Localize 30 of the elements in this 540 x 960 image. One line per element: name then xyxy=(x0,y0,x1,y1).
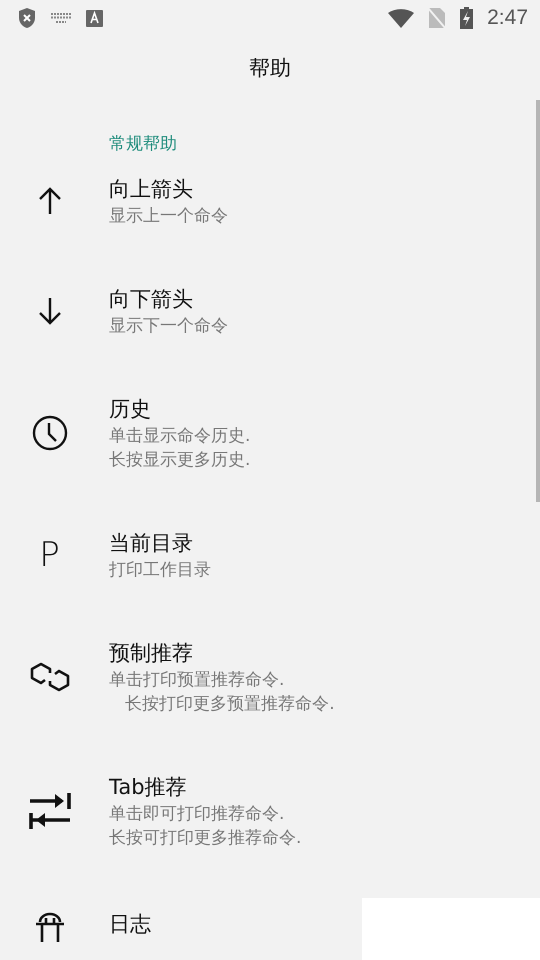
help-item-description: 显示下一个命令 xyxy=(109,315,228,338)
keyboard-icon xyxy=(50,12,72,24)
help-item-description: 长按打印更多预置推荐命令. xyxy=(124,693,335,716)
wifi-icon xyxy=(388,8,414,28)
clock-icon xyxy=(32,415,68,451)
help-item-title[interactable]: Tab推荐 xyxy=(109,772,302,802)
page-title: 帮助 xyxy=(249,55,291,82)
text-box-icon xyxy=(86,10,103,26)
help-item-title[interactable]: 当前目录 xyxy=(109,528,211,558)
help-item-description: 长按显示更多历史. xyxy=(109,449,250,472)
arrow-down-icon xyxy=(36,296,62,326)
help-item-description: 单击即可打印推荐命令. xyxy=(109,803,286,826)
no-sim-icon xyxy=(428,7,446,29)
battery-charging-icon xyxy=(460,7,474,29)
swap-arrows-icon xyxy=(28,791,70,831)
help-item-description: 长按可打印更多推荐命令. xyxy=(109,827,302,850)
help-item-description: 单击打印预置推荐命令. xyxy=(109,669,286,692)
help-item-description: 打印工作目录 xyxy=(109,559,211,582)
help-item-title[interactable]: 预制推荐 xyxy=(109,638,335,668)
help-item-description: 显示上一个命令 xyxy=(109,205,228,228)
help-item-title[interactable]: 向下箭头 xyxy=(109,284,228,314)
letter-icon: P xyxy=(39,538,60,572)
help-item-title[interactable]: 向上箭头 xyxy=(109,174,228,204)
arrow-up-icon xyxy=(36,186,62,216)
help-item-description: 单击显示命令历史. xyxy=(109,425,250,448)
linked-hexagons-icon xyxy=(28,660,70,694)
help-item-title[interactable]: 日志 xyxy=(109,909,151,939)
status-time: 2:47 xyxy=(487,6,528,30)
shield-icon xyxy=(18,7,36,29)
help-item-title[interactable]: 历史 xyxy=(109,394,250,424)
